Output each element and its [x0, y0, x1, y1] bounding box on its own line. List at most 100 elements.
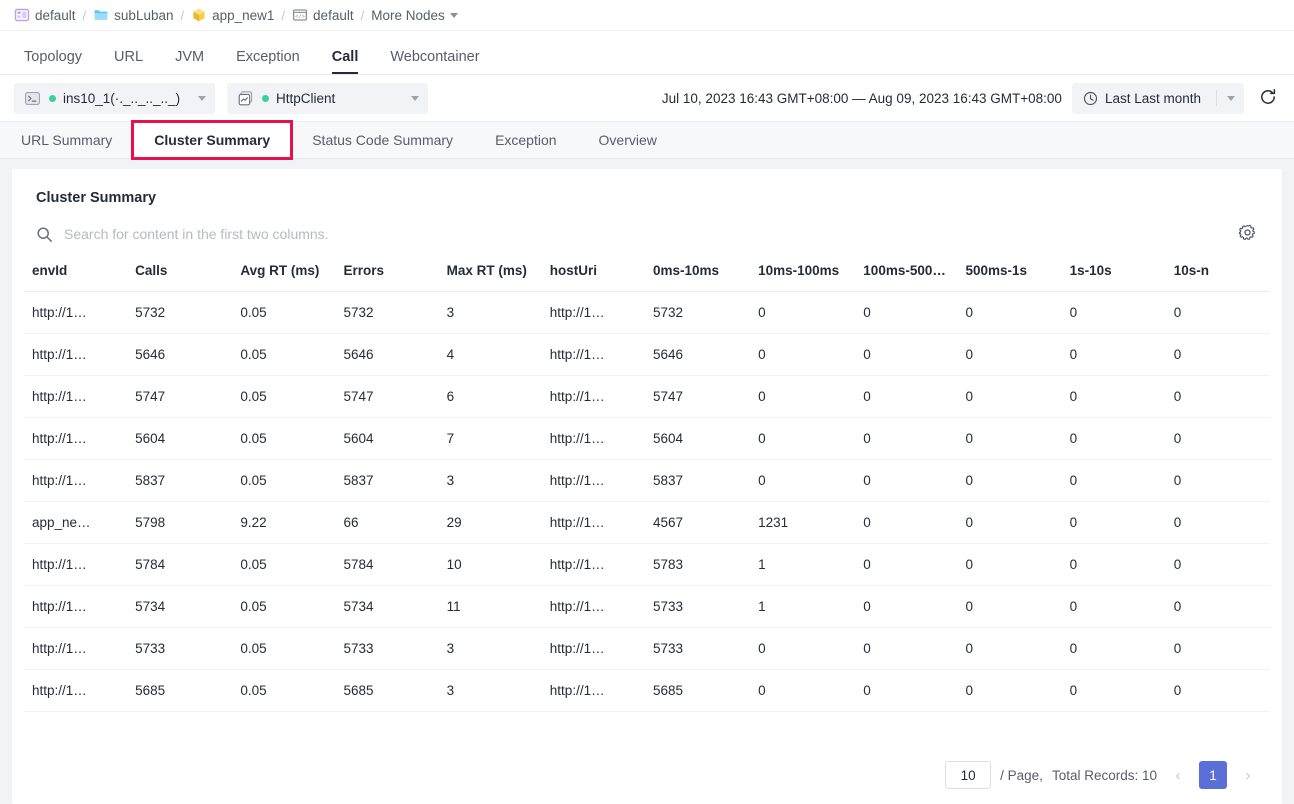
- cell-calls[interactable]: 5732: [127, 291, 233, 334]
- cell-errors[interactable]: 5747: [335, 375, 439, 418]
- cell-b3[interactable]: 0: [855, 459, 958, 502]
- cell-b5[interactable]: 0: [1061, 669, 1166, 712]
- tab-call[interactable]: Call: [316, 49, 375, 75]
- cell-b6[interactable]: 0: [1165, 543, 1270, 586]
- cell-avgRt[interactable]: 0.05: [232, 585, 336, 628]
- cell-avgRt[interactable]: 0.05: [232, 291, 336, 334]
- breadcrumb-item-app-new1[interactable]: app_new1: [191, 7, 274, 23]
- cell-b1[interactable]: 5837: [644, 459, 751, 502]
- breadcrumb-item-default-node[interactable]: </> default: [292, 7, 354, 23]
- cell-b6[interactable]: 0: [1165, 417, 1270, 460]
- cell-errors[interactable]: 5685: [335, 669, 439, 712]
- cell-b5[interactable]: 0: [1061, 291, 1166, 334]
- cell-b5[interactable]: 0: [1061, 459, 1166, 502]
- cell-b4[interactable]: 0: [957, 627, 1062, 670]
- cell-calls[interactable]: 5837: [127, 459, 233, 502]
- cell-avgRt[interactable]: 9.22: [232, 501, 336, 544]
- cell-b2[interactable]: 1: [750, 543, 856, 586]
- column-header-10ms-100ms[interactable]: 10ms-100ms: [750, 249, 856, 292]
- subtab-url-summary[interactable]: URL Summary: [0, 122, 133, 158]
- next-page-button[interactable]: ›: [1236, 761, 1260, 789]
- refresh-button[interactable]: [1250, 80, 1286, 116]
- breadcrumb-item-default-root[interactable]: default: [14, 7, 76, 23]
- table-settings-button[interactable]: [1234, 221, 1260, 247]
- instance-selector[interactable]: ins10_1(·._.._.._.._): [14, 82, 215, 114]
- cell-b2[interactable]: 0: [750, 459, 856, 502]
- cell-maxRt[interactable]: 3: [438, 627, 542, 670]
- cell-b2[interactable]: 0: [750, 417, 856, 460]
- cell-b4[interactable]: 0: [957, 333, 1062, 376]
- cell-calls[interactable]: 5747: [127, 375, 233, 418]
- cell-avgRt[interactable]: 0.05: [232, 417, 336, 460]
- tab-topology[interactable]: Topology: [8, 49, 98, 75]
- page-number-1[interactable]: 1: [1199, 761, 1227, 789]
- cell-calls[interactable]: 5646: [127, 333, 233, 376]
- search-box[interactable]: [36, 219, 1234, 249]
- cell-b1[interactable]: 5747: [644, 375, 751, 418]
- cell-b1[interactable]: 5604: [644, 417, 751, 460]
- column-header-max-rt[interactable]: Max RT (ms): [438, 249, 542, 292]
- cell-b4[interactable]: 0: [957, 417, 1062, 460]
- subtab-exception[interactable]: Exception: [474, 122, 577, 158]
- cell-b4[interactable]: 0: [957, 459, 1062, 502]
- cell-errors[interactable]: 5734: [335, 585, 439, 628]
- column-header-hosturi[interactable]: hostUri: [541, 249, 645, 292]
- cell-b1[interactable]: 5733: [644, 627, 751, 670]
- cell-maxRt[interactable]: 10: [438, 543, 542, 586]
- cell-calls[interactable]: 5798: [127, 501, 233, 544]
- client-selector[interactable]: HttpClient: [227, 82, 428, 114]
- cell-b5[interactable]: 0: [1061, 627, 1166, 670]
- cell-avgRt[interactable]: 0.05: [232, 543, 336, 586]
- cell-maxRt[interactable]: 29: [438, 501, 542, 544]
- cell-b6[interactable]: 0: [1165, 627, 1270, 670]
- cell-b2[interactable]: 0: [750, 669, 856, 712]
- cell-b6[interactable]: 0: [1165, 501, 1270, 544]
- cell-b4[interactable]: 0: [957, 501, 1062, 544]
- cell-b1[interactable]: 5783: [644, 543, 751, 586]
- cell-calls[interactable]: 5685: [127, 669, 233, 712]
- cell-b5[interactable]: 0: [1061, 375, 1166, 418]
- cell-b4[interactable]: 0: [957, 669, 1062, 712]
- column-header-errors[interactable]: Errors: [335, 249, 439, 292]
- cell-b6[interactable]: 0: [1165, 585, 1270, 628]
- cell-errors[interactable]: 5733: [335, 627, 439, 670]
- date-range-display[interactable]: Jul 10, 2023 16:43 GMT+08:00 — Aug 09, 2…: [662, 91, 1062, 106]
- cell-b3[interactable]: 0: [855, 501, 958, 544]
- column-header-avg-rt[interactable]: Avg RT (ms): [232, 249, 336, 292]
- cell-hostUri[interactable]: http://1…: [541, 627, 645, 670]
- cell-hostUri[interactable]: http://1…: [541, 501, 645, 544]
- cell-hostUri[interactable]: http://1…: [541, 585, 645, 628]
- cell-b4[interactable]: 0: [957, 585, 1062, 628]
- cell-b4[interactable]: 0: [957, 543, 1062, 586]
- column-header-calls[interactable]: Calls: [127, 249, 233, 292]
- cell-calls[interactable]: 5784: [127, 543, 233, 586]
- cell-hostUri[interactable]: http://1…: [541, 375, 645, 418]
- subtab-overview[interactable]: Overview: [578, 122, 678, 158]
- cell-calls[interactable]: 5604: [127, 417, 233, 460]
- cell-b5[interactable]: 0: [1061, 585, 1166, 628]
- cell-maxRt[interactable]: 7: [438, 417, 542, 460]
- cell-b3[interactable]: 0: [855, 417, 958, 460]
- cell-b3[interactable]: 0: [855, 669, 958, 712]
- tab-exception[interactable]: Exception: [220, 49, 316, 75]
- cell-b5[interactable]: 0: [1061, 543, 1166, 586]
- cell-b6[interactable]: 0: [1165, 459, 1270, 502]
- cell-b2[interactable]: 1231: [750, 501, 856, 544]
- cell-errors[interactable]: 5837: [335, 459, 439, 502]
- cell-b5[interactable]: 0: [1061, 333, 1166, 376]
- cell-b1[interactable]: 5733: [644, 585, 751, 628]
- column-header-0ms-10ms[interactable]: 0ms-10ms: [644, 249, 751, 292]
- cell-b6[interactable]: 0: [1165, 291, 1270, 334]
- cell-maxRt[interactable]: 11: [438, 585, 542, 628]
- column-header-envid[interactable]: envId: [24, 249, 128, 292]
- cell-b3[interactable]: 0: [855, 375, 958, 418]
- subtab-status-code-summary[interactable]: Status Code Summary: [291, 122, 474, 158]
- column-header-100ms-500ms[interactable]: 100ms-500…: [855, 249, 958, 292]
- cell-hostUri[interactable]: http://1…: [541, 417, 645, 460]
- cell-b5[interactable]: 0: [1061, 501, 1166, 544]
- cell-b6[interactable]: 0: [1165, 333, 1270, 376]
- time-preset-selector[interactable]: Last Last month: [1071, 82, 1244, 114]
- cell-calls[interactable]: 5734: [127, 585, 233, 628]
- cell-b3[interactable]: 0: [855, 333, 958, 376]
- cell-errors[interactable]: 66: [335, 501, 439, 544]
